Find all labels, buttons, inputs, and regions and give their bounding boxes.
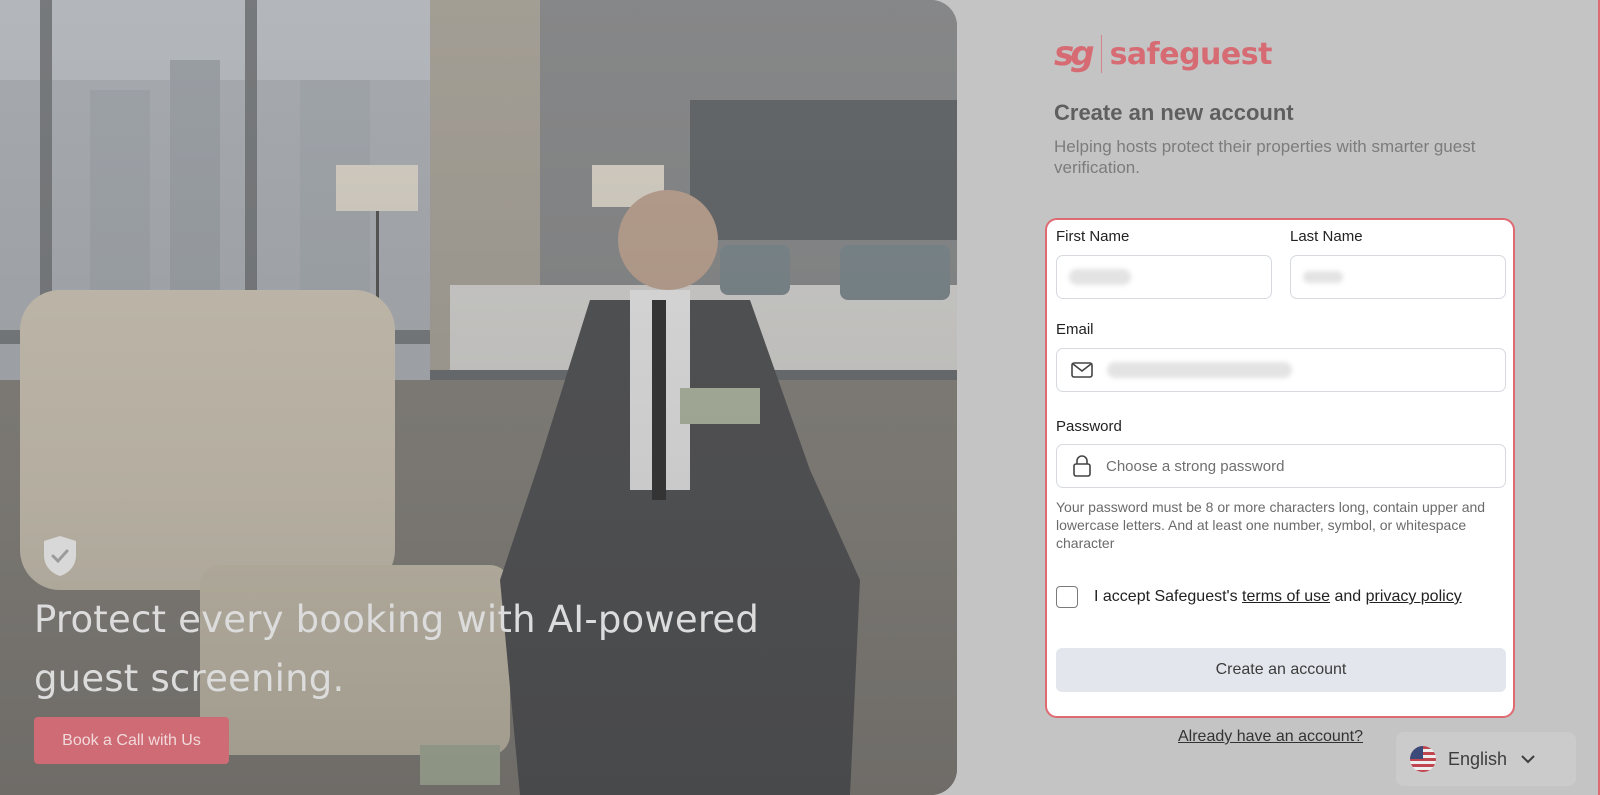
first-name-label: First Name [1056, 228, 1130, 245]
logo-divider [1100, 35, 1102, 73]
last-name-value-redacted [1303, 271, 1343, 283]
email-value-redacted [1107, 362, 1292, 378]
terms-of-use-link[interactable]: terms of use [1242, 588, 1330, 605]
terms-row: I accept Safeguest's terms of use and pr… [1056, 586, 1462, 608]
last-name-input[interactable] [1290, 255, 1506, 299]
password-label: Password [1056, 418, 1122, 435]
privacy-policy-link[interactable]: privacy policy [1366, 588, 1462, 605]
create-account-button[interactable]: Create an account [1056, 648, 1506, 692]
language-selector[interactable]: English [1396, 732, 1576, 786]
accept-and: and [1330, 588, 1366, 605]
first-name-input[interactable] [1056, 255, 1272, 299]
password-requirements: Your password must be 8 or more characte… [1056, 499, 1486, 551]
mail-icon [1071, 362, 1093, 378]
chevron-down-icon [1521, 755, 1535, 764]
signin-link[interactable]: Already have an account? [1178, 728, 1363, 746]
shield-check-icon [44, 536, 76, 576]
accept-terms-checkbox[interactable] [1056, 586, 1078, 608]
lock-icon [1073, 455, 1091, 477]
password-placeholder: Choose a strong password [1106, 457, 1285, 475]
language-label: English [1448, 748, 1508, 769]
page-subtitle: Helping hosts protect their properties w… [1054, 137, 1476, 177]
logo-text: safeguest [1109, 36, 1273, 72]
accept-terms-label: I accept Safeguest's terms of use and pr… [1094, 588, 1462, 606]
hero-panel: Protect every booking with AI-powered gu… [0, 0, 957, 795]
password-field[interactable]: Choose a strong password [1056, 444, 1506, 488]
hero-headline: Protect every booking with AI-powered gu… [34, 598, 760, 700]
book-call-button[interactable]: Book a Call with Us [34, 717, 229, 764]
email-label: Email [1056, 321, 1094, 338]
accept-prefix: I accept Safeguest's [1094, 588, 1243, 605]
first-name-value-redacted [1069, 269, 1131, 285]
logo-mark: sg [1054, 34, 1095, 74]
email-field[interactable] [1056, 348, 1506, 392]
signup-form: First Name Last Name Email Password Choo… [1045, 218, 1515, 718]
us-flag-icon [1410, 746, 1436, 772]
safeguest-logo[interactable]: sg safeguest [1054, 32, 1272, 76]
last-name-label: Last Name [1290, 228, 1363, 245]
page-title: Create an new account [1054, 100, 1294, 125]
